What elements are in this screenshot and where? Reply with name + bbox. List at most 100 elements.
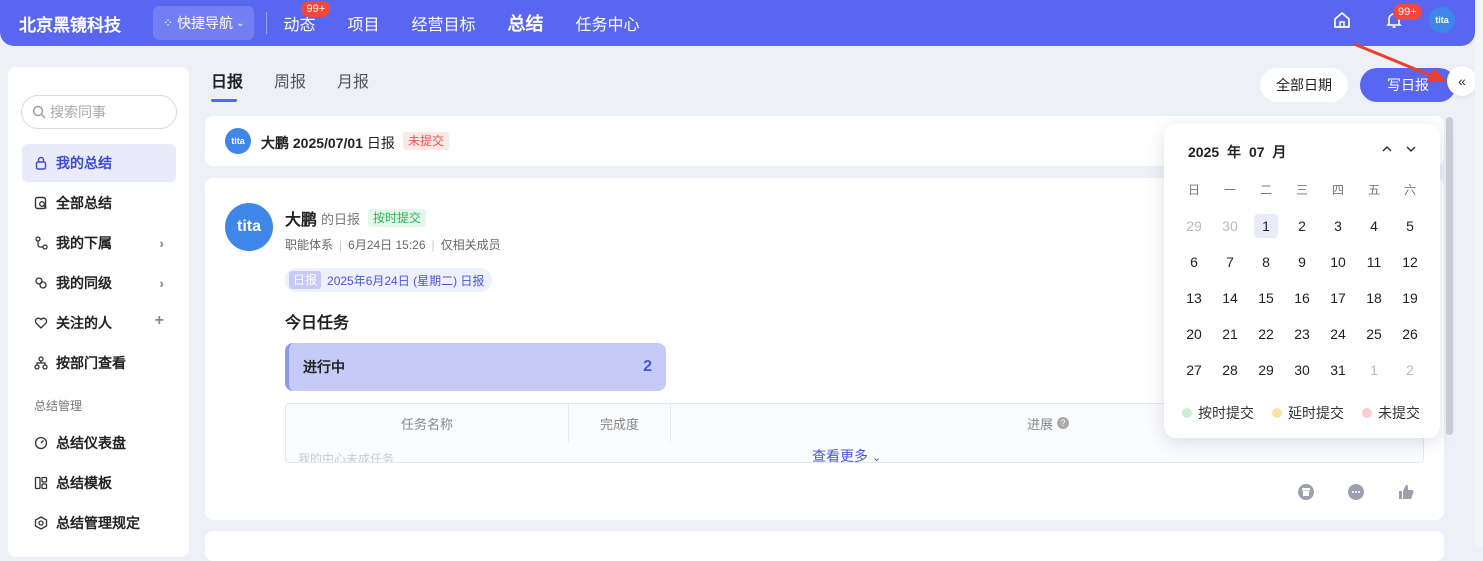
nav-dynamics[interactable]: 动态 99+ bbox=[283, 1, 331, 35]
calendar-day[interactable]: 29 bbox=[1182, 214, 1206, 238]
calendar-day[interactable]: 30 bbox=[1218, 214, 1242, 238]
legend-label: 未提交 bbox=[1378, 405, 1420, 421]
chevron-down-icon: ⌄ bbox=[236, 17, 245, 29]
main-scrollbar[interactable] bbox=[1446, 117, 1453, 435]
sidebar-item-dashboard[interactable]: 总结仪表盘 bbox=[22, 424, 176, 462]
calendar-day[interactable]: 9 bbox=[1290, 250, 1314, 274]
in-progress-count: 2 bbox=[643, 358, 652, 375]
brand-name[interactable]: 北京黑镜科技 bbox=[19, 11, 139, 36]
nav-summary[interactable]: 总结 bbox=[508, 10, 544, 36]
calendar-day[interactable]: 1 bbox=[1254, 214, 1278, 238]
chevron-down-icon[interactable] bbox=[1404, 142, 1418, 159]
calendar-day[interactable]: 20 bbox=[1182, 322, 1206, 346]
legend-swatch bbox=[1272, 408, 1282, 418]
sidebar-item-followed[interactable]: 关注的人 + bbox=[22, 304, 176, 342]
calendar-day[interactable]: 7 bbox=[1218, 250, 1242, 274]
thumbs-up-icon[interactable] bbox=[1397, 483, 1417, 503]
calendar-day[interactable]: 30 bbox=[1290, 358, 1314, 382]
calendar-day[interactable]: 23 bbox=[1290, 322, 1314, 346]
in-progress-group[interactable]: 进行中 2 bbox=[285, 343, 666, 391]
avatar-text: tita bbox=[237, 218, 261, 235]
sidebar-item-subordinates[interactable]: 我的下属 › bbox=[22, 224, 176, 262]
chevron-up-icon[interactable] bbox=[1380, 142, 1394, 159]
tab-monthly[interactable]: 月报 bbox=[337, 68, 369, 92]
user-avatar[interactable]: tita bbox=[1429, 7, 1455, 33]
report-meta: 职能体系 | 6月24日 15:26 | 仅相关成员 bbox=[285, 236, 501, 253]
sidebar-item-my-summary[interactable]: 我的总结 bbox=[22, 144, 176, 182]
home-icon[interactable] bbox=[1332, 10, 1356, 34]
calendar-day[interactable]: 1 bbox=[1362, 358, 1386, 382]
calendar-day[interactable]: 24 bbox=[1326, 322, 1350, 346]
nav-projects[interactable]: 项目 bbox=[347, 11, 379, 35]
calendar-day[interactable]: 28 bbox=[1218, 358, 1242, 382]
author-name: 大鹏 bbox=[261, 135, 289, 151]
sidebar-item-rules[interactable]: 总结管理规定 bbox=[22, 504, 176, 542]
calendar-day[interactable]: 2 bbox=[1398, 358, 1422, 382]
org-icon bbox=[34, 356, 48, 370]
sidebar-item-label: 按部门查看 bbox=[56, 355, 126, 371]
calendar-day[interactable]: 3 bbox=[1326, 214, 1350, 238]
calendar-day[interactable]: 29 bbox=[1254, 358, 1278, 382]
calendar-day[interactable]: 13 bbox=[1182, 286, 1206, 310]
collapse-panel-button[interactable]: « bbox=[1447, 66, 1477, 96]
date-type-tag: 日报 bbox=[289, 271, 322, 289]
plus-icon[interactable]: + bbox=[155, 312, 164, 330]
calendar-day[interactable]: 25 bbox=[1362, 322, 1386, 346]
tab-weekly[interactable]: 周报 bbox=[274, 68, 306, 92]
calendar-day[interactable]: 4 bbox=[1362, 214, 1386, 238]
help-icon[interactable]: ? bbox=[1057, 417, 1069, 429]
calendar-day[interactable]: 6 bbox=[1182, 250, 1206, 274]
calendar-day[interactable]: 12 bbox=[1398, 250, 1422, 274]
calendar-day[interactable]: 22 bbox=[1254, 322, 1278, 346]
calendar-day[interactable]: 31 bbox=[1326, 358, 1350, 382]
sidebar-item-templates[interactable]: 总结模板 bbox=[22, 464, 176, 502]
sidebar-item-by-department[interactable]: 按部门查看 bbox=[22, 344, 176, 382]
nav-divider bbox=[266, 12, 268, 34]
search-input[interactable]: 搜索同事 bbox=[21, 95, 177, 129]
all-dates-button[interactable]: 全部日期 bbox=[1260, 68, 1348, 102]
nav-task-center[interactable]: 任务中心 bbox=[576, 11, 640, 35]
weekday-header: 五 bbox=[1367, 183, 1380, 197]
grid-icon: ⁘ bbox=[163, 16, 174, 30]
calendar-day[interactable]: 5 bbox=[1398, 214, 1422, 238]
comment-icon[interactable] bbox=[1347, 483, 1367, 503]
calendar-day[interactable]: 18 bbox=[1362, 286, 1386, 310]
calendar-year-unit: 年 bbox=[1227, 144, 1242, 160]
calendar-day[interactable]: 14 bbox=[1218, 286, 1242, 310]
doc-search-icon bbox=[34, 196, 47, 210]
sidebar-item-all-summary[interactable]: 全部总结 bbox=[22, 184, 176, 222]
avatar-text: tita bbox=[1435, 15, 1449, 25]
quick-nav-button[interactable]: ⁘ 快捷导航 ⌄ bbox=[153, 6, 255, 40]
calendar-day[interactable]: 21 bbox=[1218, 322, 1242, 346]
section-title: 今日任务 bbox=[285, 315, 350, 332]
meta-time: 6月24日 15:26 bbox=[348, 238, 426, 252]
nav-goals[interactable]: 经营目标 bbox=[411, 11, 475, 35]
calendar-day[interactable]: 17 bbox=[1326, 286, 1350, 310]
sidebar-group-label: 总结管理 bbox=[34, 399, 83, 413]
archive-icon[interactable] bbox=[1297, 483, 1317, 503]
in-progress-label: 进行中 bbox=[303, 359, 345, 375]
avatar[interactable]: tita bbox=[225, 203, 273, 251]
calendar-day[interactable]: 8 bbox=[1254, 250, 1278, 274]
date-chip-text: 2025年6月24日 (星期二) 日报 bbox=[327, 273, 485, 288]
calendar-day[interactable]: 19 bbox=[1398, 286, 1422, 310]
calendar-day[interactable]: 27 bbox=[1182, 358, 1206, 382]
weekday-header: 三 bbox=[1295, 183, 1308, 197]
calendar-day[interactable]: 26 bbox=[1398, 322, 1422, 346]
calendar-day[interactable]: 10 bbox=[1326, 250, 1350, 274]
author-name[interactable]: 大鹏 bbox=[285, 206, 317, 230]
meta-visibility: 仅相关成员 bbox=[440, 238, 501, 252]
weekday-header: 六 bbox=[1403, 183, 1416, 197]
calendar-day[interactable]: 15 bbox=[1254, 286, 1278, 310]
calendar-day[interactable]: 11 bbox=[1362, 250, 1386, 274]
see-more-link[interactable]: 查看更多 ⌄ bbox=[812, 446, 881, 466]
sidebar-item-peers[interactable]: 我的同级 › bbox=[22, 264, 176, 302]
calendar-day[interactable]: 16 bbox=[1290, 286, 1314, 310]
calendar-year: 2025 bbox=[1188, 144, 1220, 160]
column-header-task-name: 任务名称 bbox=[286, 404, 569, 442]
tab-daily[interactable]: 日报 bbox=[211, 68, 243, 102]
calendar-day[interactable]: 2 bbox=[1290, 214, 1314, 238]
top-navbar: 北京黑镜科技 ⁘ 快捷导航 ⌄ 动态 99+ 项目 经营目标 总结 任务中心 9… bbox=[0, 0, 1475, 46]
report-date-chip: 日报 2025年6月24日 (星期二) 日报 bbox=[285, 268, 493, 292]
report-type: 日报 bbox=[366, 135, 395, 151]
